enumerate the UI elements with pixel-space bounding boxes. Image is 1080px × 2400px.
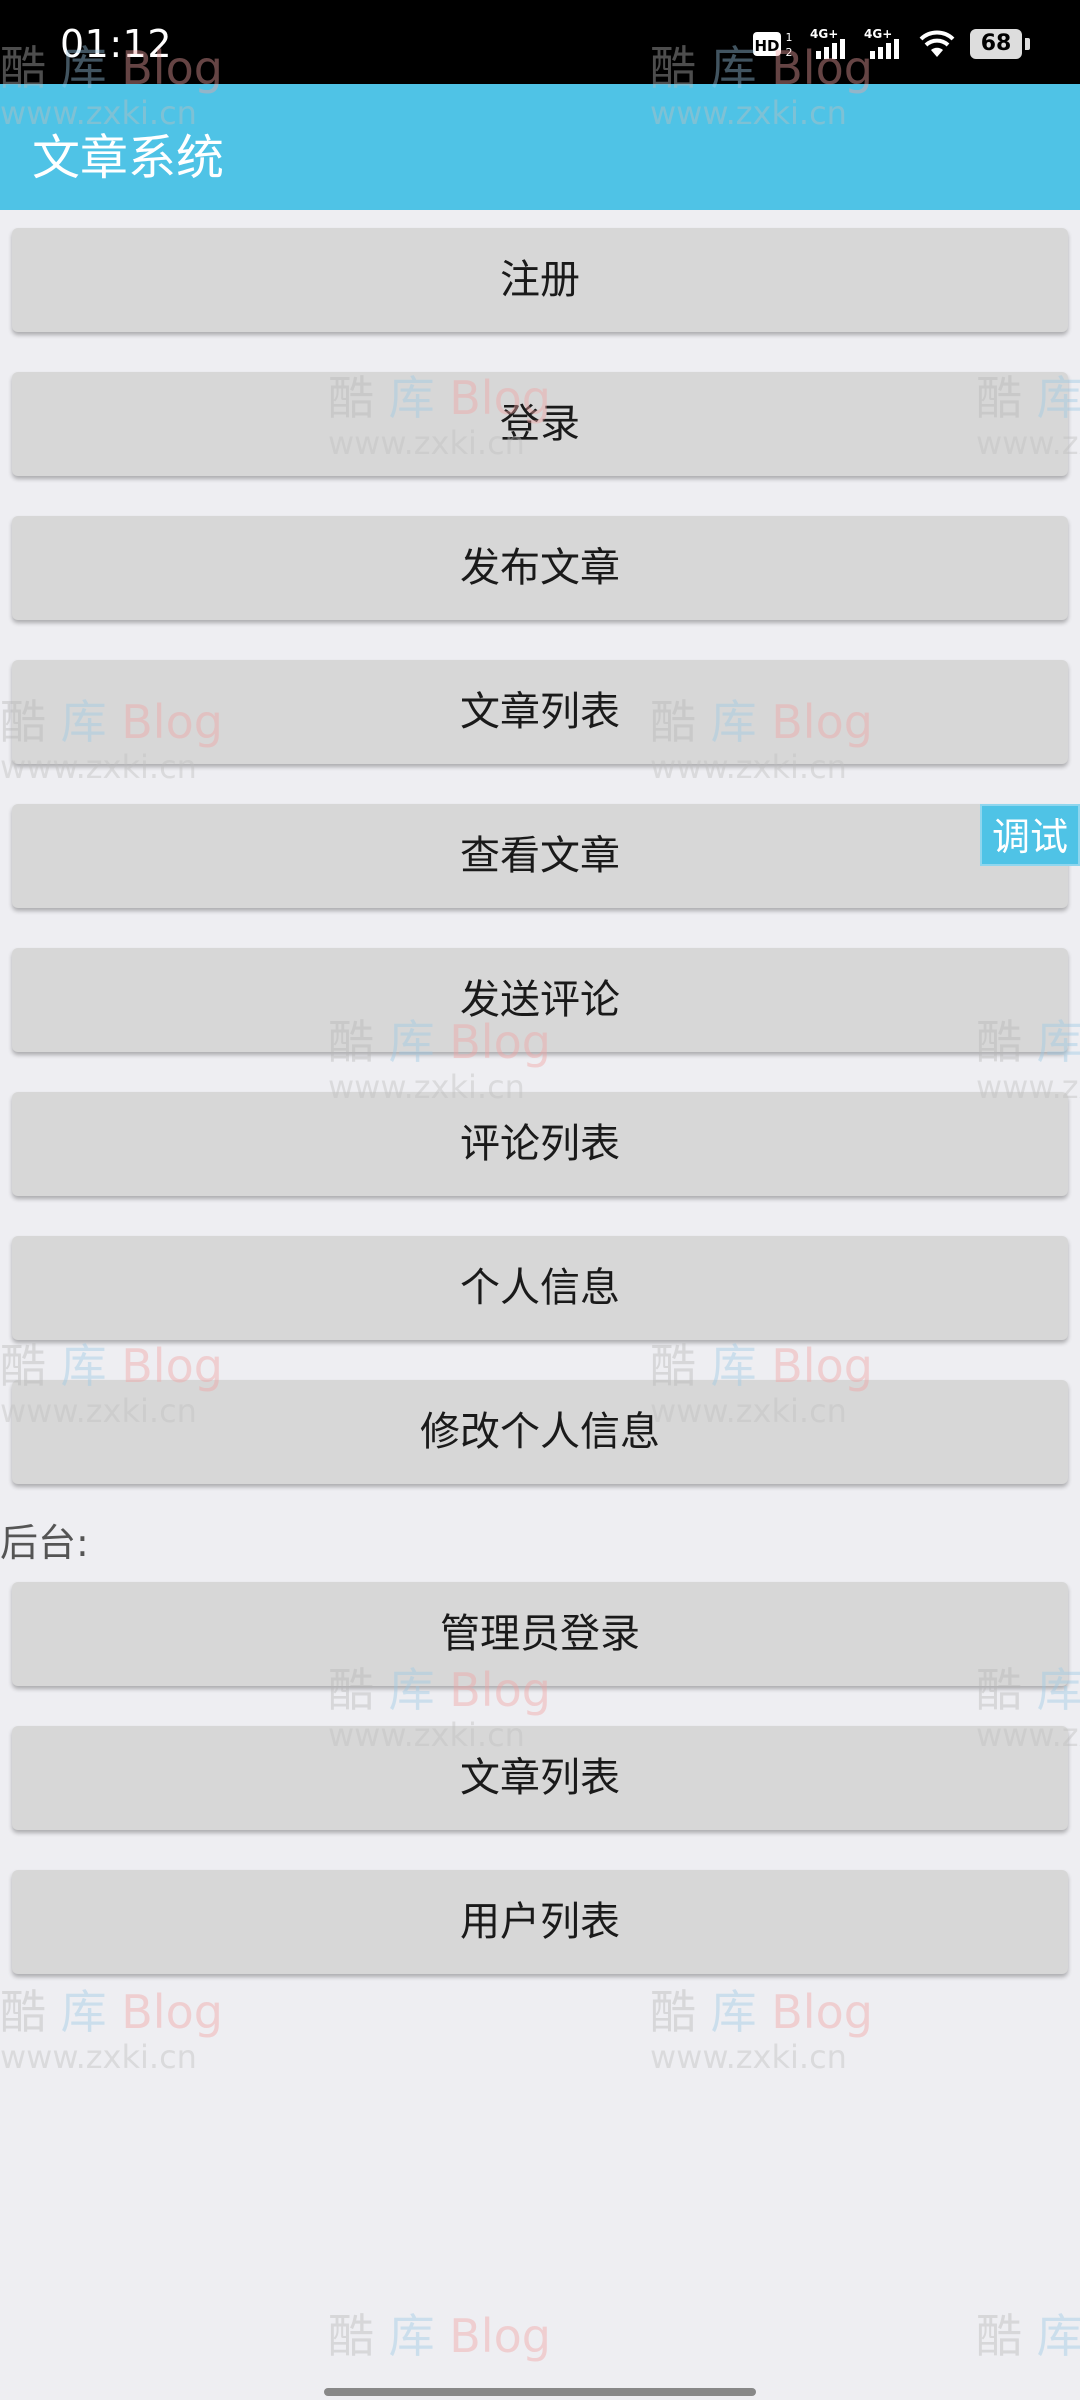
status-time: 01:12 [60, 22, 173, 66]
home-indicator[interactable] [324, 2388, 756, 2396]
svg-text:HD: HD [754, 37, 779, 55]
send-comment-button[interactable]: 发送评论 [12, 948, 1068, 1052]
status-icons: HD 1 2 4G+ 4G+ 68 [752, 27, 1030, 60]
personal-info-button[interactable]: 个人信息 [12, 1236, 1068, 1340]
debug-button[interactable]: 调试 [980, 804, 1080, 866]
hd-voice-icon: HD 1 2 [753, 31, 793, 59]
app-title: 文章系统 [32, 130, 225, 186]
watermark: 酷 库 Blog [328, 2309, 551, 2363]
battery-icon: 68 [970, 29, 1030, 59]
svg-text:2: 2 [786, 46, 793, 59]
svg-text:4G+: 4G+ [810, 27, 838, 41]
wifi-icon [919, 30, 955, 57]
svg-text:1: 1 [786, 31, 793, 44]
view-article-button[interactable]: 查看文章 [12, 804, 1068, 908]
admin-login-button[interactable]: 管理员登录 [12, 1582, 1068, 1686]
comment-list-button[interactable]: 评论列表 [12, 1092, 1068, 1196]
watermark: 酷 库 Blog www.zxki.cn [0, 1985, 223, 2076]
publish-article-button[interactable]: 发布文章 [12, 516, 1068, 620]
user-list-button[interactable]: 用户列表 [12, 1870, 1068, 1974]
watermark: 酷 库 [976, 2309, 1080, 2363]
admin-section-label: 后台: [0, 1521, 89, 1565]
svg-text:4G+: 4G+ [864, 27, 892, 41]
login-button[interactable]: 登录 [12, 372, 1068, 476]
app-bar: 文章系统 [0, 84, 1080, 210]
signal-4g-icon: 4G+ [810, 27, 845, 59]
watermark: 酷 库 Blog www.zxki.cn [650, 1985, 873, 2076]
article-list-button[interactable]: 文章列表 [12, 660, 1068, 764]
admin-article-list-button[interactable]: 文章列表 [12, 1726, 1068, 1830]
register-button[interactable]: 注册 [12, 228, 1068, 332]
edit-personal-info-button[interactable]: 修改个人信息 [12, 1380, 1068, 1484]
status-bar: 01:12 HD 1 2 4G+ 4G+ 68 [0, 0, 1080, 84]
signal-4g-icon: 4G+ [864, 27, 899, 59]
